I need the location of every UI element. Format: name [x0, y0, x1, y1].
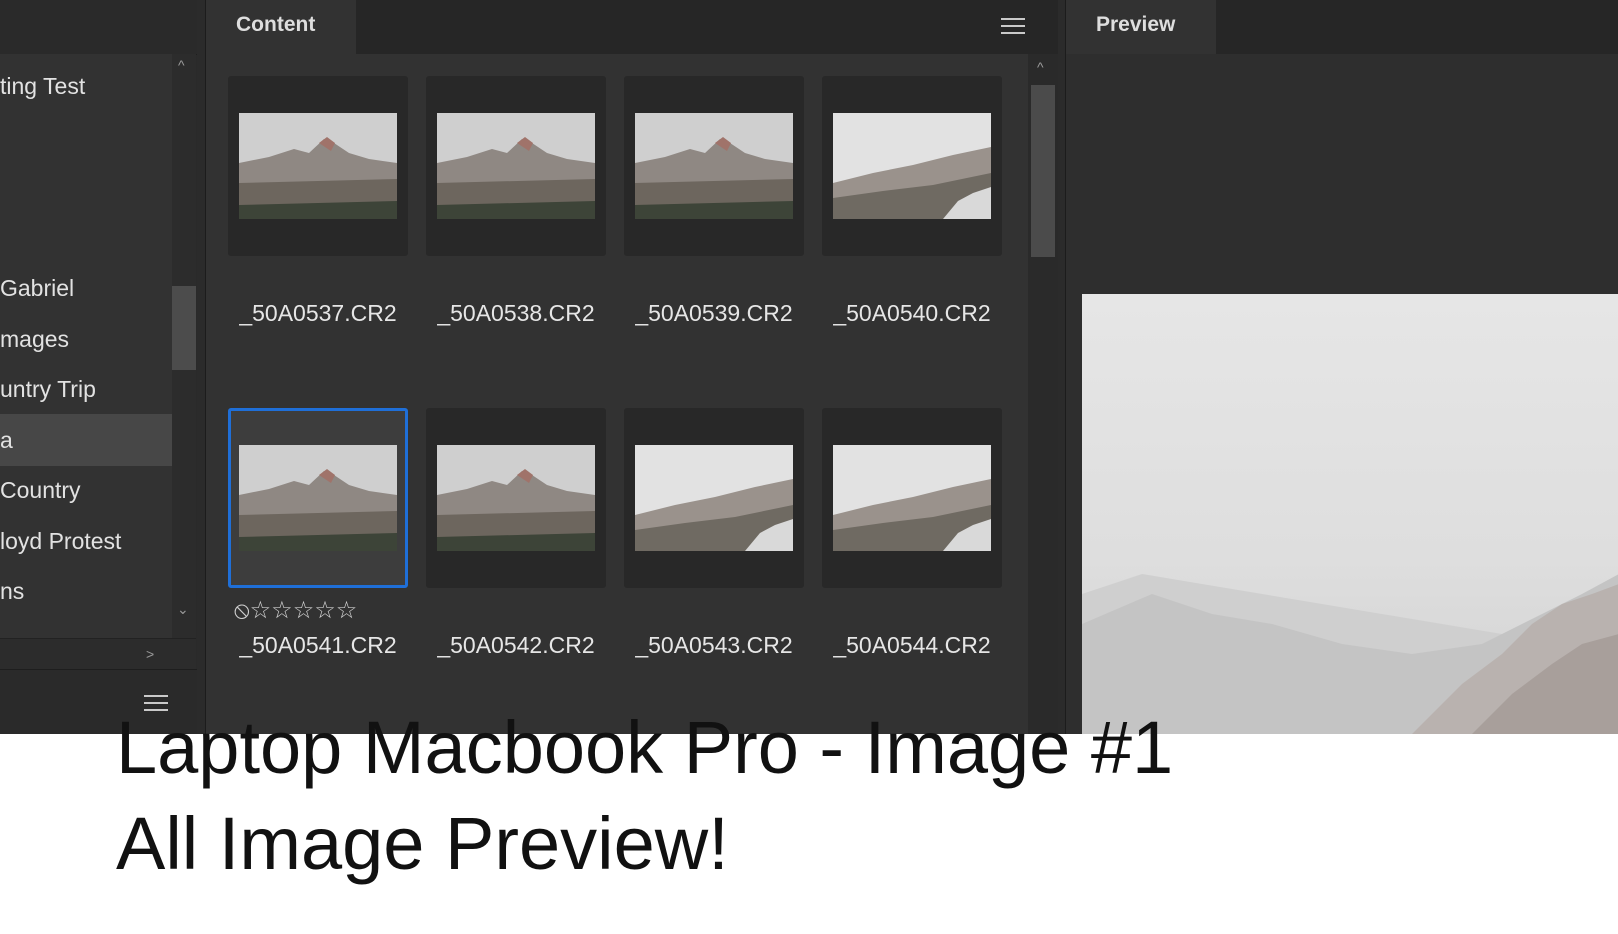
- tab-preview[interactable]: Preview: [1066, 0, 1216, 54]
- thumbnail-tile[interactable]: [426, 76, 606, 256]
- thumbnail-image: [833, 445, 991, 551]
- folder-list-scrollbar[interactable]: ^ ⌄: [172, 54, 196, 638]
- folder-item[interactable]: ns: [0, 565, 172, 617]
- folder-item[interactable]: ting Test: [0, 60, 172, 112]
- caption-line-2: All Image Preview!: [116, 802, 729, 885]
- scroll-up-arrow-icon[interactable]: ^: [178, 58, 185, 72]
- folder-item[interactable]: Gabriel: [0, 262, 172, 314]
- thumbnail-filename: _50A0540.CR2: [833, 300, 991, 326]
- folder-item[interactable]: a: [0, 414, 172, 466]
- thumbnail-filename: _50A0538.CR2: [437, 300, 595, 326]
- thumbnail-image: [833, 113, 991, 219]
- thumbnail-image: [239, 445, 397, 551]
- rating-control[interactable]: ⦸☆☆☆☆☆: [234, 598, 357, 624]
- folder-item[interactable]: mages: [0, 313, 172, 365]
- thumbnail-filename: _50A0539.CR2: [635, 300, 793, 326]
- bridge-window: ting Test Gabriel mages untry Trip a Country l…: [0, 0, 1618, 734]
- scroll-down-arrow-icon[interactable]: ⌄: [177, 602, 189, 616]
- folder-item[interactable]: untry Trip: [0, 363, 172, 415]
- thumbnail-image: [437, 445, 595, 551]
- thumbnail-image: [635, 445, 793, 551]
- star-rating-icon[interactable]: ☆☆☆☆☆: [250, 597, 358, 624]
- thumbnail-image: [437, 113, 595, 219]
- thumbnail-filename: _50A0544.CR2: [833, 632, 991, 658]
- tab-content[interactable]: Content: [206, 0, 356, 54]
- preview-panel: Preview: [1065, 0, 1618, 734]
- caption-line-1: Laptop Macbook Pro - Image #1: [116, 706, 1174, 789]
- folders-panel-header: [0, 0, 197, 55]
- thumbnail-filename: _50A0542.CR2: [437, 632, 595, 658]
- folder-item[interactable]: loyd Protest: [0, 515, 172, 567]
- folders-panel: ting Test Gabriel mages untry Trip a Country l…: [0, 0, 197, 734]
- scroll-up-arrow-icon[interactable]: ^: [1037, 60, 1044, 74]
- content-scrollbar-thumb[interactable]: [1031, 85, 1055, 257]
- content-panel-tabbar: Content: [206, 0, 1058, 54]
- thumbnail-tile[interactable]: [426, 408, 606, 588]
- thumbnail-tile[interactable]: [822, 408, 1002, 588]
- thumbnail-tile[interactable]: [624, 408, 804, 588]
- content-panel-menu-icon[interactable]: [1001, 18, 1025, 34]
- thumbnail-filename: _50A0541.CR2: [239, 632, 397, 658]
- thumbnail-filename: _50A0543.CR2: [635, 632, 793, 658]
- thumbnail-tile[interactable]: [624, 76, 804, 256]
- content-scrollbar[interactable]: ^: [1028, 54, 1058, 734]
- thumbnail-filename: _50A0537.CR2: [239, 300, 397, 326]
- preview-photo: [1082, 294, 1618, 734]
- folder-horizontal-scrollbar[interactable]: >: [0, 638, 196, 669]
- preview-image: [1082, 294, 1618, 734]
- thumbnail-tile[interactable]: [228, 76, 408, 256]
- thumbnail-image: [239, 113, 397, 219]
- reject-icon[interactable]: ⦸: [234, 597, 250, 624]
- content-panel: Content _50A0537.CR2 _50A0538.CR2 _50A0539…: [205, 0, 1058, 734]
- folder-item[interactable]: Country: [0, 464, 172, 516]
- scroll-right-arrow-icon[interactable]: >: [146, 647, 154, 661]
- folder-list: ting Test Gabriel mages untry Trip a Country l…: [0, 54, 172, 638]
- folder-scrollbar-thumb[interactable]: [172, 286, 196, 370]
- thumbnail-tile[interactable]: [822, 76, 1002, 256]
- preview-panel-tabbar: Preview: [1066, 0, 1618, 54]
- thumbnail-tile[interactable]: [228, 408, 408, 588]
- thumbnail-image: [635, 113, 793, 219]
